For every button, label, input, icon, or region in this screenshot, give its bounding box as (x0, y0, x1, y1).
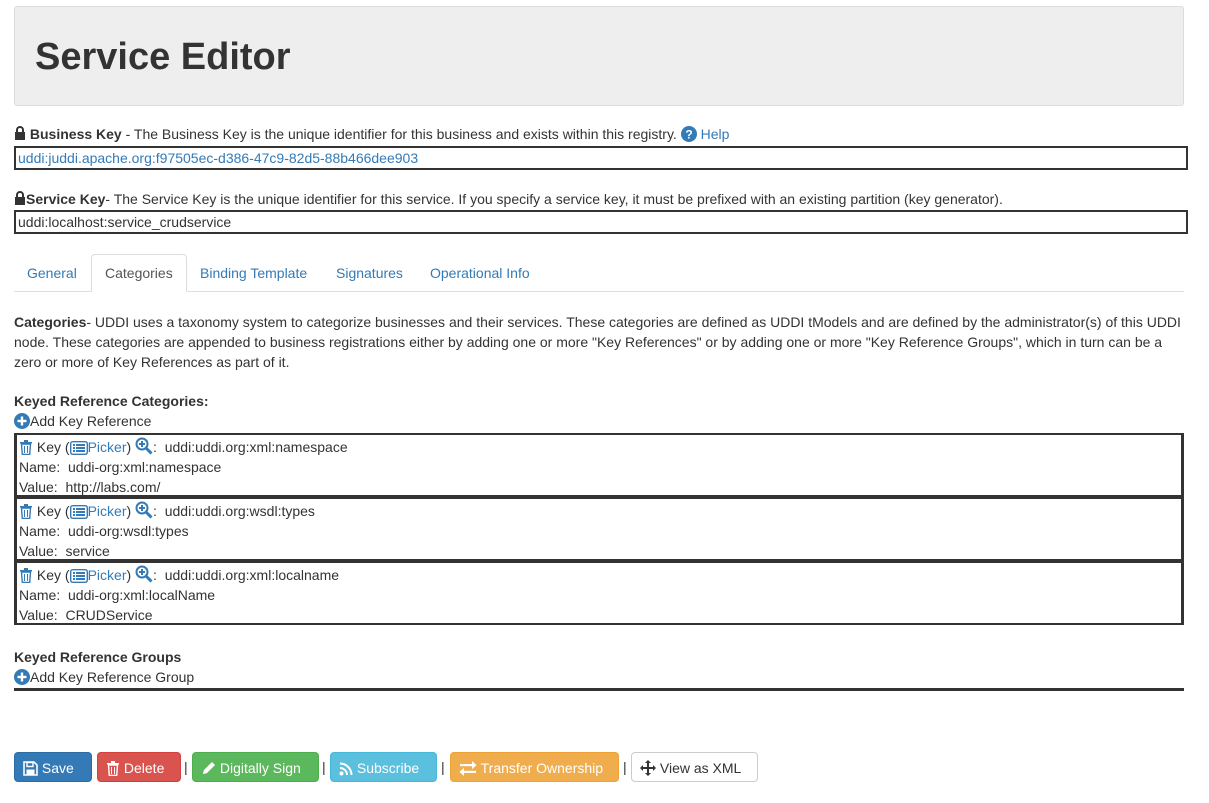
tab-operational-info[interactable]: Operational Info (417, 254, 543, 291)
divider (14, 688, 1184, 691)
tab-bar: General Categories Binding Template Sign… (14, 254, 1184, 292)
picker-link[interactable]: Picker (69, 567, 127, 584)
picker-link[interactable]: Picker (69, 503, 127, 520)
value-value: CRUDService (65, 607, 153, 623)
value-label: Value: (19, 543, 58, 559)
subscribe-button[interactable]: Subscribe (330, 752, 437, 782)
digitally-sign-label: Digitally Sign (219, 760, 301, 776)
service-key-field[interactable]: uddi:localhost:service_crudservice (14, 210, 1188, 234)
service-key-row: Service Key- The Service Key is the uniq… (14, 191, 1003, 208)
help-link[interactable]: ? Help (680, 126, 730, 145)
floppy-disk-icon (23, 760, 38, 776)
key-value: uddi:uddi.org:xml:localname (164, 567, 340, 583)
save-label: Save (41, 760, 74, 776)
name-value: uddi-org:wsdl:types (68, 523, 189, 539)
business-key-label: Business Key (29, 126, 122, 142)
pencil-icon (201, 760, 216, 776)
key-suffix: ) (126, 503, 132, 519)
name-value: uddi-org:xml:namespace (68, 459, 222, 475)
keyed-reference-groups-heading: Keyed Reference Groups (14, 649, 182, 665)
button-separator: | (322, 759, 326, 775)
delete-button[interactable]: Delete (97, 752, 181, 782)
key-value: uddi:uddi.org:xml:namespace (164, 439, 348, 455)
transfer-arrows-icon (459, 760, 477, 776)
picker-label: Picker (87, 439, 127, 455)
button-separator: | (184, 759, 188, 775)
lock-icon (14, 126, 26, 143)
key-prefix: Key ( (36, 567, 70, 583)
add-key-reference-button[interactable]: Add Key Reference (14, 413, 151, 432)
help-icon: ? (680, 126, 697, 145)
key-reference-item: Key (Picker) : uddi:uddi.org:xml:localna… (14, 561, 1184, 625)
name-label: Name: (19, 523, 61, 539)
name-label: Name: (19, 459, 61, 475)
value-label: Value: (19, 479, 58, 495)
picker-link[interactable]: Picker (69, 439, 127, 456)
help-label: Help (700, 126, 730, 142)
key-reference-item: Key (Picker) : uddi:uddi.org:wsdl:types … (14, 497, 1184, 561)
key-suffix: ) (126, 567, 132, 583)
key-prefix: Key ( (36, 439, 70, 455)
plus-circle-icon (14, 669, 30, 688)
svg-text:?: ? (685, 128, 692, 142)
delete-label: Delete (123, 760, 165, 776)
view-as-xml-label: View as XML (659, 760, 742, 776)
tab-signatures[interactable]: Signatures (323, 254, 416, 291)
name-value: uddi-org:xml:localName (68, 587, 216, 603)
digitally-sign-button[interactable]: Digitally Sign (192, 752, 319, 782)
key-reference-item: Key (Picker) : uddi:uddi.org:xml:namespa… (14, 433, 1184, 497)
page-title: Service Editor (35, 36, 291, 78)
service-key-description: - The Service Key is the unique identifi… (105, 191, 1003, 207)
business-key-row: Business Key - The Business Key is the u… (14, 126, 729, 145)
value-value: service (65, 543, 110, 559)
view-as-xml-button[interactable]: View as XML (631, 752, 758, 782)
subscribe-label: Subscribe (356, 760, 420, 776)
lock-icon (14, 191, 26, 208)
categories-heading: Categories (14, 314, 87, 330)
transfer-ownership-label: Transfer Ownership (480, 760, 604, 776)
key-suffix: ) (126, 439, 132, 455)
categories-text: - UDDI uses a taxonomy system to categor… (14, 314, 1181, 370)
add-key-reference-label: Add Key Reference (30, 413, 152, 429)
business-key-description: - The Business Key is the unique identif… (121, 126, 677, 142)
business-key-field[interactable]: uddi:juddi.apache.org:f97505ec-d386-47c9… (14, 146, 1188, 170)
rss-icon (339, 760, 353, 776)
plus-circle-icon (14, 413, 30, 432)
value-label: Value: (19, 607, 58, 623)
add-key-reference-group-button[interactable]: Add Key Reference Group (14, 669, 194, 688)
save-button[interactable]: Save (14, 752, 92, 782)
service-key-label: Service Key (26, 191, 106, 207)
value-value: http://labs.com/ (65, 479, 161, 495)
picker-label: Picker (87, 567, 127, 583)
key-prefix: Key ( (36, 503, 70, 519)
trash-icon (106, 760, 120, 777)
button-separator: | (441, 759, 445, 775)
move-arrows-icon (640, 760, 656, 776)
key-value: uddi:uddi.org:wsdl:types (164, 503, 315, 519)
keyed-reference-heading: Keyed Reference Categories: (14, 393, 209, 409)
add-key-reference-group-label: Add Key Reference Group (30, 669, 195, 685)
tab-binding-template[interactable]: Binding Template (187, 254, 320, 291)
categories-description: Categories- UDDI uses a taxonomy system … (14, 312, 1186, 372)
page-header: Service Editor (14, 6, 1184, 106)
button-separator: | (623, 759, 627, 775)
tab-general[interactable]: General (14, 254, 90, 291)
tab-categories[interactable]: Categories (91, 254, 187, 292)
picker-label: Picker (87, 503, 127, 519)
transfer-ownership-button[interactable]: Transfer Ownership (450, 752, 619, 782)
name-label: Name: (19, 587, 61, 603)
